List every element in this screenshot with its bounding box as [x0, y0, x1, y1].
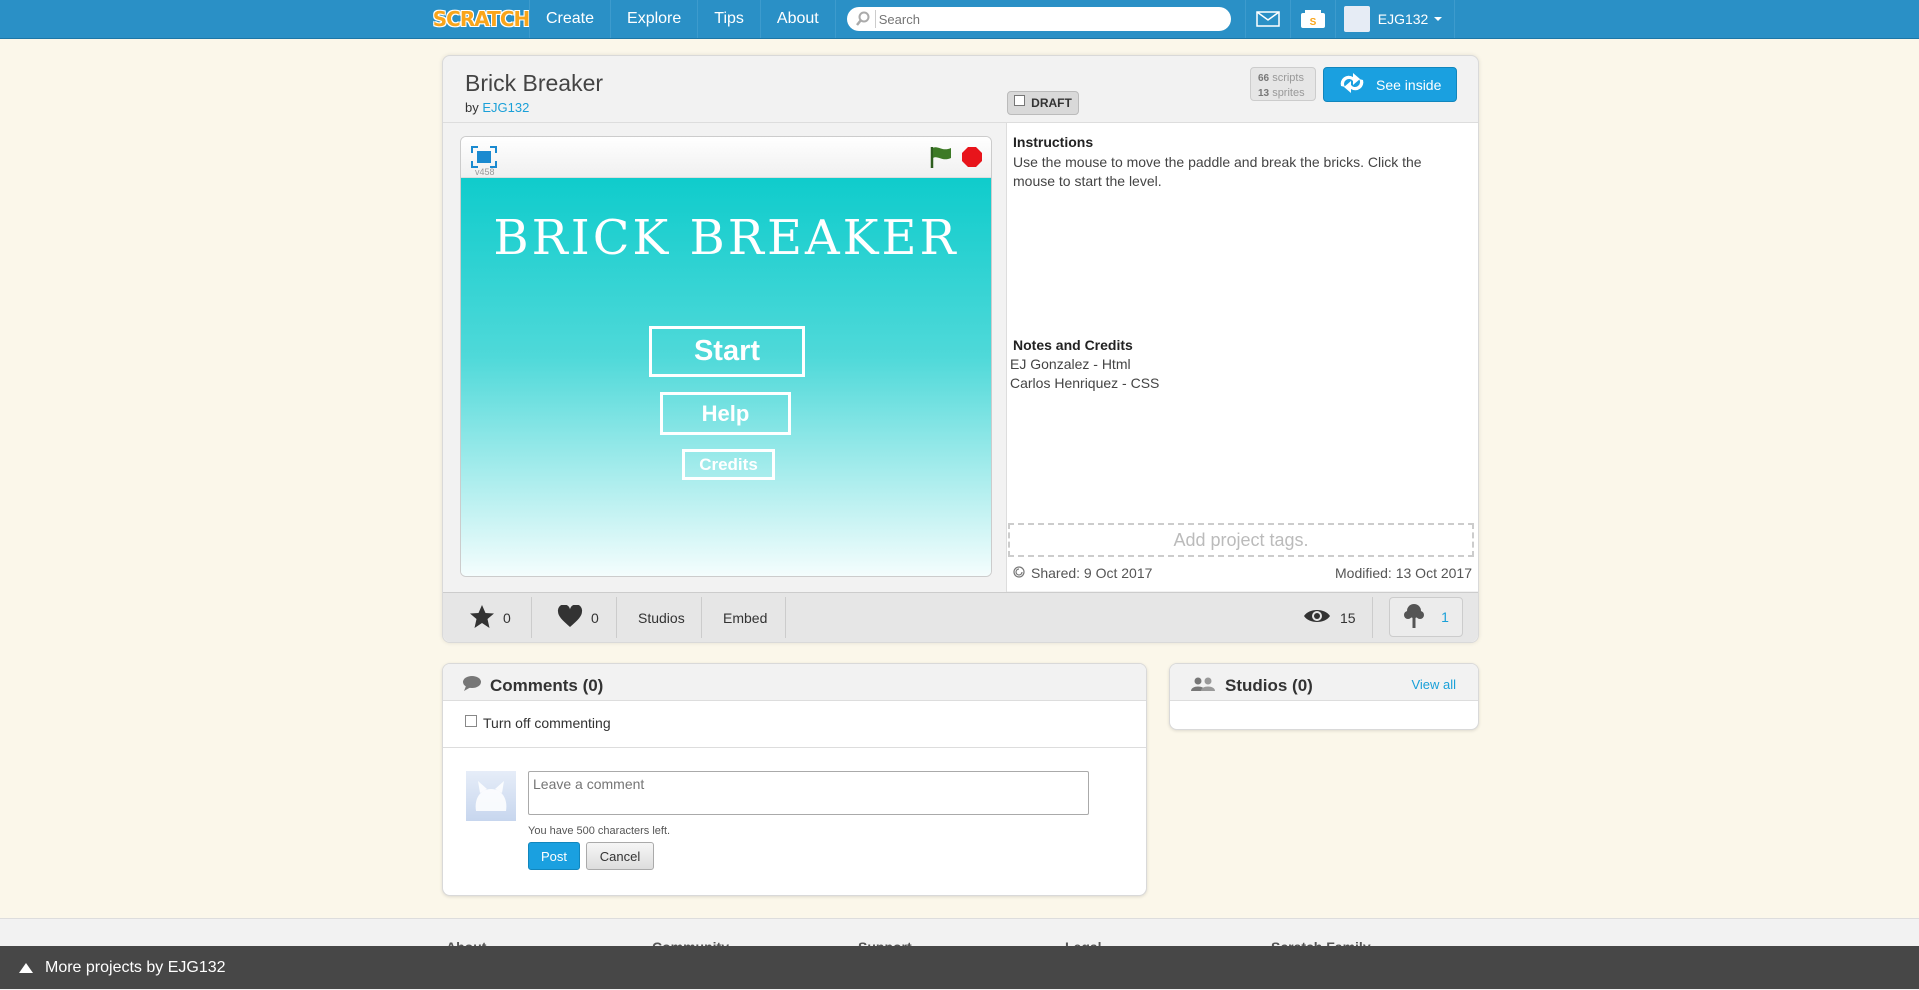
favorite-count: 0	[503, 609, 511, 626]
project-box: Brick Breaker by EJG132 DRAFT 66 scripts…	[442, 55, 1479, 643]
top-nav: SCRATCH Create Explore Tips About S EJG1…	[0, 0, 1919, 39]
comments-panel: Comments (0) Turn off commenting You hav…	[442, 663, 1147, 896]
view-count: 15	[1303, 593, 1356, 642]
love-count: 0	[591, 609, 599, 626]
separator	[1372, 597, 1373, 638]
view-count-value: 15	[1340, 609, 1356, 626]
separator	[701, 597, 702, 638]
separator	[785, 597, 786, 638]
fullscreen-icon[interactable]	[471, 146, 497, 168]
see-inside-button[interactable]: See inside	[1323, 67, 1457, 102]
stage-start-button[interactable]: Start	[649, 326, 805, 377]
player-controls: v458	[461, 137, 991, 178]
stage-help-button[interactable]: Help	[660, 392, 791, 435]
instructions-text[interactable]: Use the mouse to move the paddle and bre…	[1013, 153, 1453, 191]
comments-header: Comments (0)	[443, 664, 1146, 701]
more-projects-bar[interactable]: More projects by EJG132	[0, 946, 1919, 989]
project-action-bar: 0 0 Studios Embed 15 1	[443, 592, 1478, 642]
user-menu[interactable]: EJG132	[1334, 0, 1456, 38]
separator	[616, 597, 617, 638]
comments-title: Comments (0)	[490, 676, 604, 695]
stop-icon[interactable]	[961, 146, 983, 168]
nav-about[interactable]: About	[759, 0, 836, 38]
project-player: v458 BRICK BREAKER Start Help Credits	[460, 136, 992, 577]
separator	[531, 597, 532, 638]
turn-off-commenting[interactable]: Turn off commenting	[465, 715, 611, 731]
project-stats: 66 scripts 13 sprites	[1250, 67, 1316, 101]
chevron-up-icon	[19, 962, 33, 973]
notes-heading: Notes and Credits	[1013, 337, 1133, 353]
green-flag-icon[interactable]	[928, 145, 954, 172]
comment-bubble-icon	[462, 675, 482, 694]
star-icon	[469, 604, 495, 632]
stage-credits-button[interactable]: Credits	[682, 449, 775, 480]
avatar	[466, 771, 516, 821]
search-input[interactable]	[878, 10, 1219, 28]
notes-line[interactable]: EJ Gonzalez - Html	[1010, 356, 1131, 372]
view-all-link[interactable]: View all	[1411, 677, 1456, 692]
studios-panel: Studios (0) View all	[1169, 663, 1479, 730]
author-link[interactable]: EJG132	[482, 100, 529, 115]
turn-off-checkbox[interactable]	[465, 715, 477, 727]
eye-icon	[1303, 607, 1331, 628]
nav-create[interactable]: Create	[529, 0, 610, 38]
sprites-label: sprites	[1272, 87, 1305, 99]
love-button[interactable]: 0	[557, 593, 599, 642]
remix-tree-icon	[1403, 603, 1425, 632]
shared-icon	[1013, 565, 1025, 581]
cancel-button[interactable]: Cancel	[586, 842, 654, 870]
nav-tips[interactable]: Tips	[697, 0, 760, 38]
heart-icon	[557, 603, 583, 631]
chars-left: You have 500 characters left.	[528, 825, 671, 837]
scripts-label: scripts	[1272, 72, 1304, 84]
svg-text:S: S	[1309, 17, 1316, 28]
see-inside-label: See inside	[1376, 76, 1442, 93]
chevron-down-icon	[1434, 17, 1443, 21]
remix-tree-button[interactable]: 1	[1389, 597, 1463, 637]
modified-date: Modified: 13 Oct 2017	[1335, 565, 1472, 581]
search-icon	[853, 10, 876, 28]
more-projects-label: More projects by EJG132	[45, 958, 226, 976]
draft-checkbox[interactable]	[1014, 94, 1026, 106]
nav-explore[interactable]: Explore	[610, 0, 697, 38]
remix-count: 1	[1441, 609, 1449, 625]
studios-header: Studios (0) View all	[1170, 664, 1478, 701]
draft-toggle[interactable]: DRAFT	[1007, 91, 1079, 115]
by-label: by	[465, 100, 479, 115]
studios-button[interactable]: Studios	[638, 593, 685, 642]
post-button[interactable]: Post	[528, 842, 580, 870]
comments-divider	[443, 747, 1146, 748]
version-label: v458	[475, 167, 495, 177]
project-byline: by EJG132	[465, 100, 529, 115]
search-box[interactable]	[846, 7, 1231, 31]
studios-title: Studios (0)	[1225, 676, 1313, 695]
studios-people-icon	[1190, 677, 1216, 694]
messages-icon[interactable]	[1244, 0, 1290, 38]
draft-label: DRAFT	[1031, 96, 1072, 110]
stage-title: BRICK BREAKER	[493, 210, 959, 266]
remix-arrows-icon	[1338, 72, 1366, 97]
my-stuff-icon[interactable]: S	[1289, 0, 1335, 38]
user-avatar	[1343, 6, 1370, 32]
username: EJG132	[1377, 11, 1429, 27]
scripts-count: 66	[1258, 73, 1270, 84]
sprites-count: 13	[1258, 88, 1270, 99]
project-title: Brick Breaker	[465, 70, 604, 96]
notes-line[interactable]: Carlos Henriquez - CSS	[1010, 375, 1159, 391]
add-tags-field[interactable]: Add project tags.	[1008, 523, 1474, 557]
instructions-heading: Instructions	[1013, 134, 1094, 150]
favorite-button[interactable]: 0	[469, 593, 511, 642]
scratch-logo[interactable]: SCRATCH	[433, 6, 530, 32]
stage[interactable]: BRICK BREAKER Start Help Credits	[461, 178, 991, 576]
comment-input[interactable]	[528, 771, 1089, 815]
shared-date: Shared: 9 Oct 2017	[1013, 565, 1152, 581]
embed-button[interactable]: Embed	[723, 593, 767, 642]
turn-off-label: Turn off commenting	[483, 715, 611, 731]
shared-text: Shared: 9 Oct 2017	[1031, 565, 1153, 581]
project-info: Instructions Use the mouse to move the p…	[1007, 123, 1478, 591]
